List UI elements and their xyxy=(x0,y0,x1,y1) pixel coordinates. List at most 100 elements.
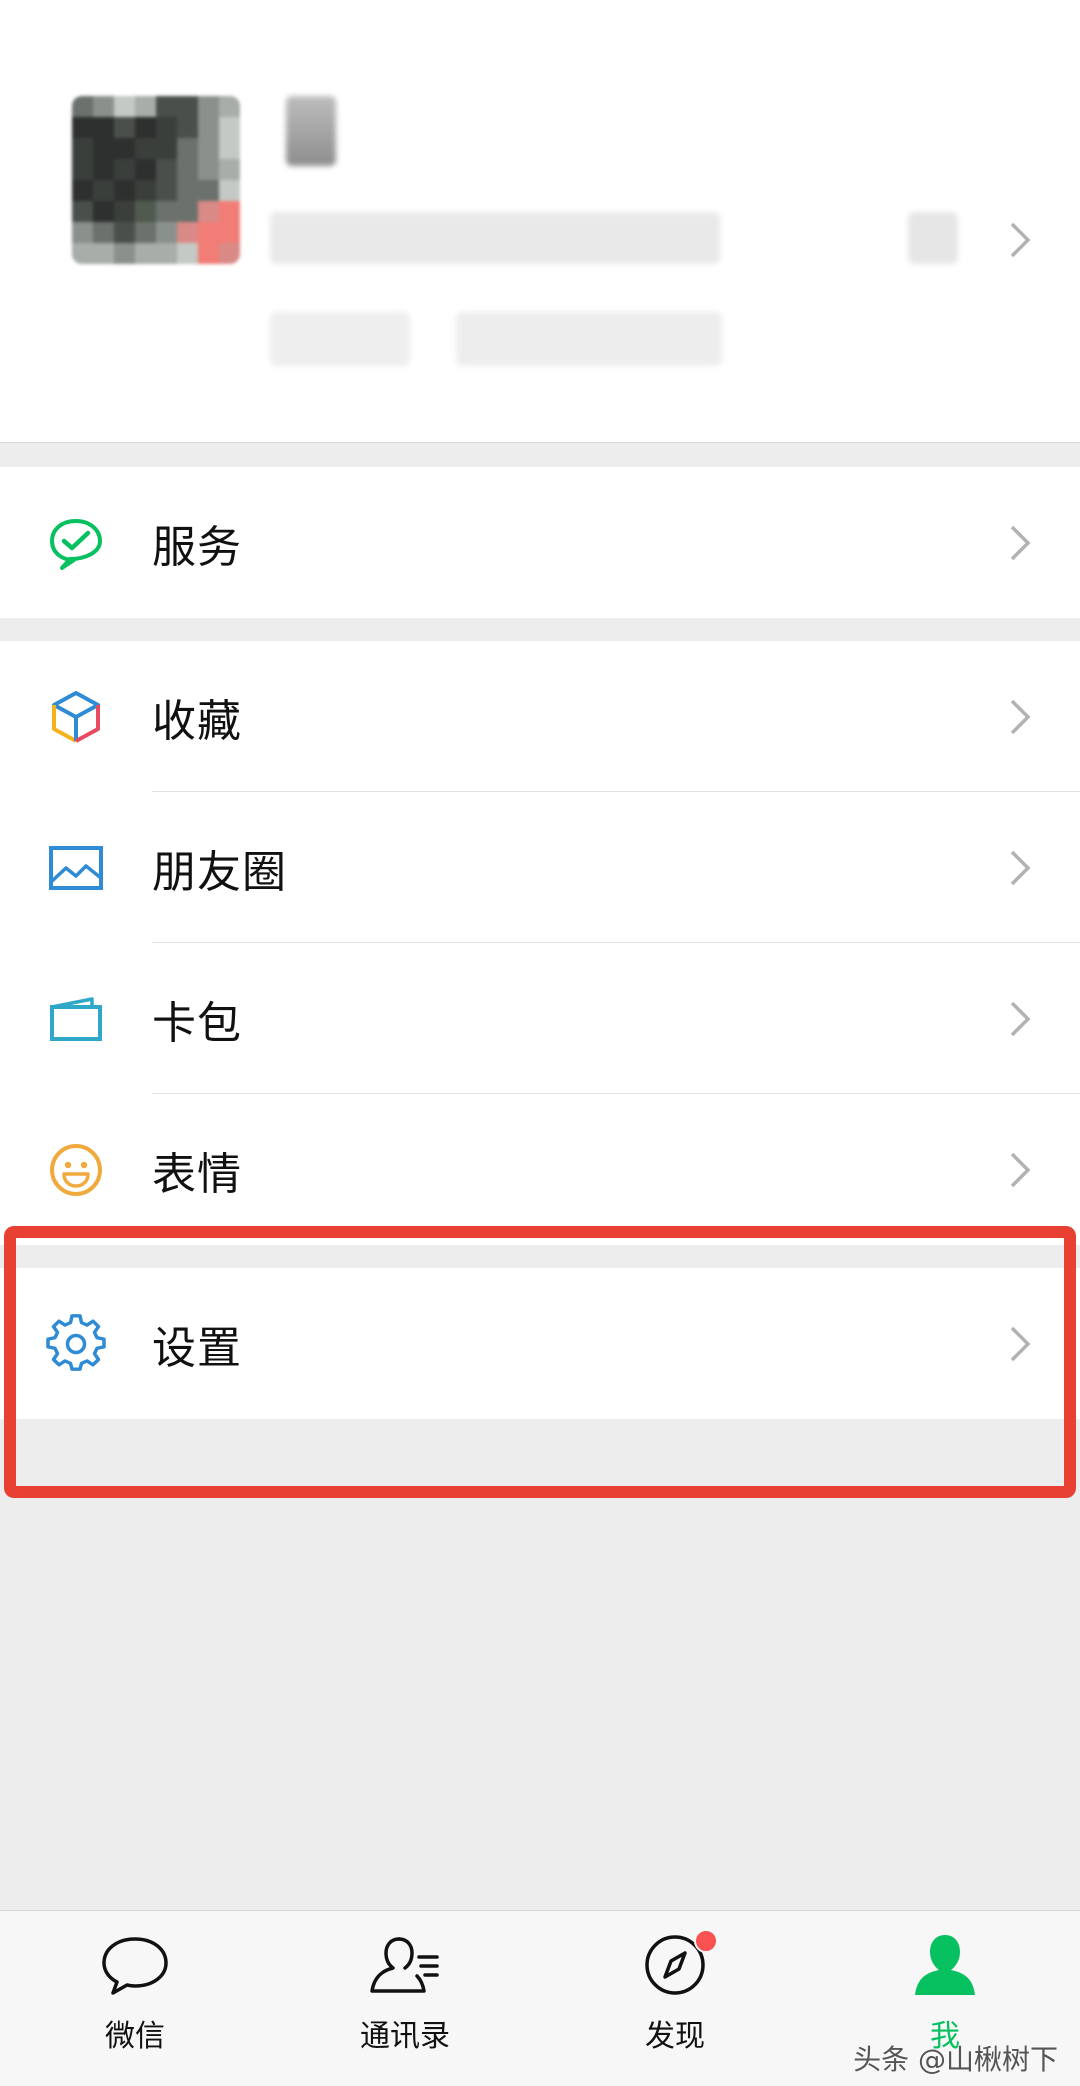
avatar-pixel xyxy=(135,243,156,264)
avatar-pixel xyxy=(72,201,93,222)
avatar-pixel xyxy=(198,243,219,264)
avatar-pixel xyxy=(93,159,114,180)
menu-label-settings: 设置 xyxy=(152,1322,242,1374)
avatar-pixel xyxy=(156,138,177,159)
menu-label-cards: 卡包 xyxy=(152,997,242,1049)
avatar-pixel xyxy=(219,117,240,138)
avatar-pixel xyxy=(114,117,135,138)
avatar-pixel xyxy=(135,201,156,222)
avatar-pixel xyxy=(72,222,93,243)
avatar-pixel xyxy=(135,138,156,159)
avatar-pixel xyxy=(177,243,198,264)
avatar-pixel xyxy=(198,222,219,243)
avatar-pixel xyxy=(198,201,219,222)
wechat-pay-icon xyxy=(50,518,102,570)
settings-group: 设置 xyxy=(0,1268,1080,1419)
avatar-pixel xyxy=(114,180,135,201)
menu-item-stickers[interactable]: 表情 xyxy=(0,1094,1080,1245)
avatar-pixel xyxy=(156,117,177,138)
avatar-pixel xyxy=(219,138,240,159)
avatar-pixel xyxy=(72,159,93,180)
avatar-pixel xyxy=(114,243,135,264)
avatar-pixel xyxy=(156,159,177,180)
avatar-pixel xyxy=(93,180,114,201)
avatar-pixel xyxy=(72,180,93,201)
avatar-pixel xyxy=(156,201,177,222)
avatar-pixel xyxy=(156,222,177,243)
contacts-icon xyxy=(370,1937,439,1993)
avatar-pixel xyxy=(93,201,114,222)
avatar-pixel xyxy=(93,96,114,117)
chevron-right-icon xyxy=(1010,699,1031,734)
avatar-pixel xyxy=(114,96,135,117)
chevron-right-icon xyxy=(1010,1001,1031,1036)
profile-header[interactable] xyxy=(0,0,1080,443)
avatar-pixel xyxy=(135,222,156,243)
tab-label-contacts: 通讯录 xyxy=(360,2019,450,2054)
chat-bubble-icon xyxy=(102,1937,168,1995)
avatar-pixel xyxy=(219,96,240,117)
avatar-pixel xyxy=(156,243,177,264)
avatar-pixel xyxy=(72,243,93,264)
tab-contacts[interactable]: 通讯录 xyxy=(270,1911,540,2086)
avatar-pixel xyxy=(114,159,135,180)
avatar-pixel xyxy=(114,138,135,159)
avatar-pixel xyxy=(177,117,198,138)
chevron-right-icon xyxy=(1010,1326,1031,1361)
avatar[interactable] xyxy=(72,96,240,264)
avatar-pixel xyxy=(114,222,135,243)
avatar-pixel xyxy=(156,96,177,117)
avatar-pixel xyxy=(219,180,240,201)
menu-item-settings[interactable]: 设置 xyxy=(0,1268,1080,1419)
menu-item-services[interactable]: 服务 xyxy=(0,467,1080,618)
avatar-pixel xyxy=(198,96,219,117)
discover-badge-dot xyxy=(694,1929,718,1953)
menu-label-favorites: 收藏 xyxy=(152,695,242,747)
avatar-pixel xyxy=(177,201,198,222)
avatar-pixel xyxy=(219,201,240,222)
avatar-pixel xyxy=(135,96,156,117)
tab-label-chats: 微信 xyxy=(105,2019,165,2054)
person-icon xyxy=(915,1935,975,1995)
features-group: 收藏 朋友圈 卡包 表情 xyxy=(0,641,1080,1245)
me-page: 服务 收藏 朋友圈 卡包 表情 设置 微信 通讯录 发现 我 头条 @山楸树下 xyxy=(0,0,1080,2086)
avatar-pixel xyxy=(219,159,240,180)
avatar-pixel xyxy=(93,138,114,159)
avatar-pixel xyxy=(93,222,114,243)
status-obscured-2[interactable] xyxy=(456,312,722,366)
chevron-right-icon xyxy=(1010,1152,1031,1187)
menu-item-favorites[interactable]: 收藏 xyxy=(0,641,1080,792)
menu-label-services: 服务 xyxy=(152,521,242,573)
chevron-right-icon xyxy=(1010,222,1031,258)
nickname-obscured xyxy=(286,96,336,166)
avatar-pixel xyxy=(177,96,198,117)
menu-label-stickers: 表情 xyxy=(152,1148,242,1200)
card-icon xyxy=(50,996,102,1041)
avatar-pixel xyxy=(114,201,135,222)
avatar-pixel xyxy=(177,138,198,159)
avatar-pixel xyxy=(72,138,93,159)
cube-icon xyxy=(52,690,100,743)
image-icon xyxy=(49,845,103,890)
menu-item-moments[interactable]: 朋友圈 xyxy=(0,792,1080,943)
avatar-pixel xyxy=(93,117,114,138)
avatar-pixel xyxy=(177,180,198,201)
menu-item-cards[interactable]: 卡包 xyxy=(0,943,1080,1094)
gear-icon xyxy=(46,1313,106,1371)
tab-chats[interactable]: 微信 xyxy=(0,1911,270,2086)
tab-discover[interactable]: 发现 xyxy=(540,1911,810,2086)
avatar-pixel xyxy=(135,159,156,180)
avatar-pixel xyxy=(198,159,219,180)
avatar-pixel xyxy=(177,222,198,243)
status-obscured[interactable] xyxy=(270,312,410,366)
avatar-pixel xyxy=(72,117,93,138)
chevron-right-icon xyxy=(1010,850,1031,885)
avatar-pixel xyxy=(198,117,219,138)
avatar-pixel xyxy=(198,138,219,159)
qr-obscured[interactable] xyxy=(908,212,958,264)
avatar-pixel xyxy=(198,180,219,201)
avatar-pixel xyxy=(72,96,93,117)
tab-label-discover: 发现 xyxy=(645,2019,705,2054)
wechat-id-obscured xyxy=(270,212,720,264)
smiley-icon xyxy=(50,1143,102,1196)
